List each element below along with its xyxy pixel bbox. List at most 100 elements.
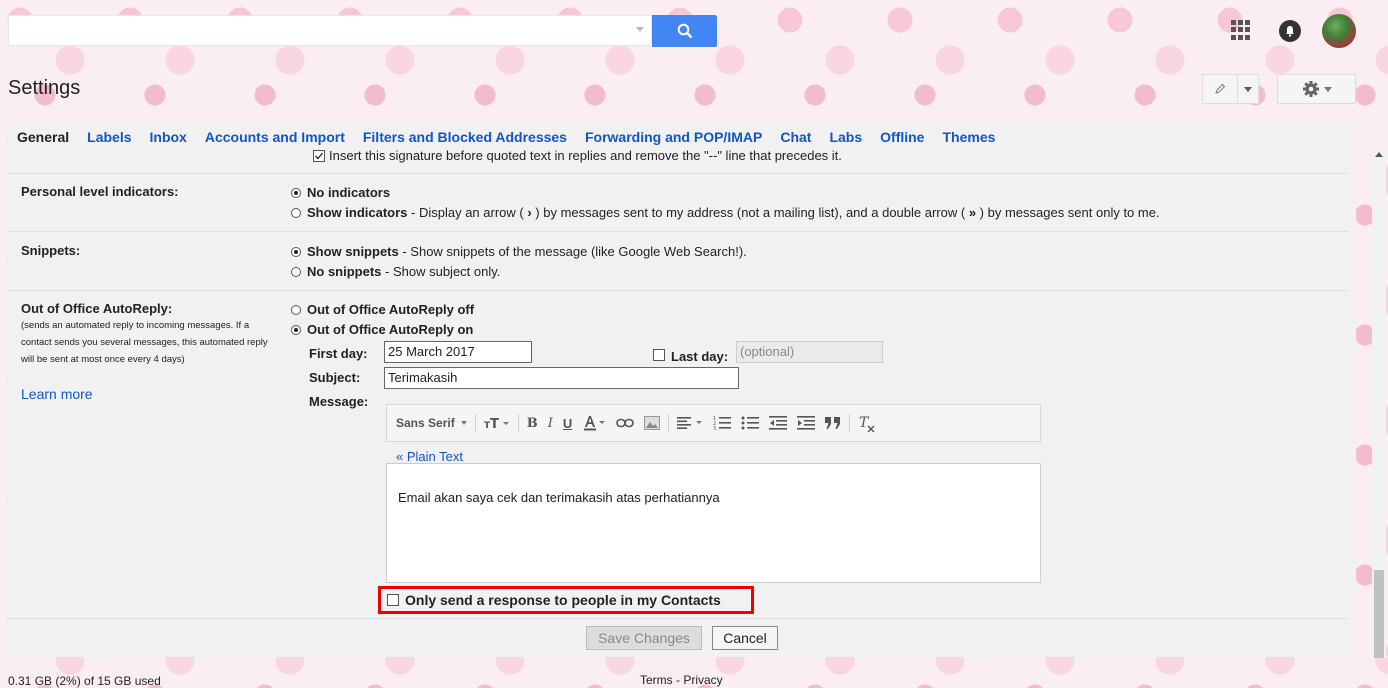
font-family-select[interactable]: Sans Serif: [396, 411, 467, 435]
indent-less-button[interactable]: [769, 411, 788, 435]
tab-labs[interactable]: Labs: [829, 129, 862, 149]
text-color-button[interactable]: [582, 411, 606, 435]
contacts-only-option[interactable]: Only send a response to people in my Con…: [378, 586, 754, 614]
last-day-option[interactable]: Last day:: [653, 345, 728, 364]
terms-privacy-link[interactable]: Terms - Privacy: [640, 673, 723, 687]
show-indicators-option[interactable]: Show indicators - Display an arrow ( › )…: [291, 205, 1160, 220]
remove-formatting-icon: T: [859, 415, 875, 432]
underline-icon: U: [562, 415, 573, 431]
first-day-input[interactable]: 25 March 2017: [384, 341, 532, 363]
no-snippets-option[interactable]: No snippets - Show subject only.: [291, 264, 500, 279]
snippets-label: Snippets:: [21, 243, 81, 258]
save-changes-button[interactable]: Save Changes: [586, 626, 702, 650]
signature-insert-option: Insert this signature before quoted text…: [313, 148, 842, 163]
contacts-only-checkbox[interactable]: [387, 594, 399, 606]
divider: [8, 173, 1348, 174]
subject-input[interactable]: Terimakasih: [384, 367, 739, 389]
tab-labels[interactable]: Labels: [87, 129, 131, 149]
ooo-off-radio[interactable]: [291, 304, 301, 315]
svg-text:3: 3: [713, 426, 716, 430]
ooo-on-label: Out of Office AutoReply on: [307, 322, 474, 337]
show-snippets-desc: - Show snippets of the message (like Goo…: [398, 244, 747, 259]
scroll-up-icon[interactable]: [1375, 152, 1383, 157]
link-button[interactable]: [616, 411, 635, 435]
underline-button[interactable]: U: [563, 411, 572, 435]
pencil-icon: [1215, 83, 1226, 94]
numbered-list-button[interactable]: 123: [713, 411, 732, 435]
remove-formatting-button[interactable]: T: [858, 411, 876, 435]
font-size-icon: TT: [484, 417, 509, 430]
bulleted-list-button[interactable]: [741, 411, 760, 435]
no-indicators-option[interactable]: No indicators: [291, 185, 390, 200]
last-day-input[interactable]: (optional): [736, 341, 883, 363]
italic-button[interactable]: I: [548, 411, 553, 435]
plain-text-link[interactable]: « Plain Text: [396, 449, 463, 464]
double-arrow-glyph: »: [968, 205, 977, 220]
tab-filters[interactable]: Filters and Blocked Addresses: [363, 129, 567, 149]
ooo-label: Out of Office AutoReply:: [21, 301, 173, 316]
quote-button[interactable]: [825, 411, 841, 435]
tab-accounts-and-import[interactable]: Accounts and Import: [205, 129, 345, 149]
italic-icon: I: [547, 415, 553, 431]
font-family-label: Sans Serif: [396, 416, 455, 430]
scrollbar-thumb[interactable]: [1374, 570, 1384, 658]
contacts-only-label: Only send a response to people in my Con…: [405, 592, 721, 608]
show-snippets-label: Show snippets: [307, 244, 399, 259]
tab-chat[interactable]: Chat: [780, 129, 811, 149]
tab-general[interactable]: General: [17, 129, 69, 149]
settings-gear-button[interactable]: [1277, 74, 1356, 104]
storage-usage: 0.31 GB (2%) of 15 GB used: [8, 674, 161, 688]
signature-insert-checkbox[interactable]: [313, 149, 325, 162]
message-editor[interactable]: Email akan saya cek dan terimakasih atas…: [386, 463, 1041, 583]
settings-tabs: General Labels Inbox Accounts and Import…: [8, 129, 1004, 149]
bulleted-list-icon: [741, 416, 760, 430]
show-indicators-desc-a: - Display an arrow (: [407, 205, 528, 220]
tab-offline[interactable]: Offline: [880, 129, 924, 149]
ooo-off-option[interactable]: Out of Office AutoReply off: [291, 302, 474, 317]
svg-text:T: T: [859, 415, 870, 431]
message-label: Message:: [309, 394, 369, 409]
apps-grid-icon[interactable]: [1231, 20, 1251, 40]
font-size-button[interactable]: TT: [484, 411, 510, 435]
no-snippets-label: No snippets: [307, 264, 382, 279]
tab-themes[interactable]: Themes: [942, 129, 995, 149]
compose-dropdown-button[interactable]: [1238, 74, 1259, 104]
ooo-on-radio[interactable]: [291, 324, 301, 335]
notifications-icon[interactable]: [1279, 20, 1301, 42]
last-day-checkbox[interactable]: [653, 348, 665, 361]
indent-less-icon: [769, 416, 788, 430]
last-day-label: Last day:: [671, 349, 729, 364]
align-button[interactable]: [677, 411, 703, 435]
show-snippets-option[interactable]: Show snippets - Show snippets of the mes…: [291, 244, 747, 259]
show-snippets-radio[interactable]: [291, 246, 301, 257]
search-icon: [677, 23, 692, 39]
first-day-label: First day:: [309, 346, 368, 361]
image-button[interactable]: [644, 411, 661, 435]
compose-button[interactable]: [1202, 74, 1238, 104]
no-snippets-desc: - Show subject only.: [381, 264, 501, 279]
text-color-icon: [584, 416, 606, 431]
ooo-on-option[interactable]: Out of Office AutoReply on: [291, 322, 473, 337]
toolbar-separator: [517, 414, 519, 432]
numbered-list-icon: 123: [713, 416, 732, 430]
bold-button[interactable]: B: [527, 411, 538, 435]
editor-toolbar: Sans Serif TT B I U 123 T: [386, 404, 1041, 442]
avatar[interactable]: [1322, 14, 1356, 48]
svg-text:T: T: [490, 417, 499, 430]
search-options-caret-icon[interactable]: [636, 27, 644, 32]
learn-more-link[interactable]: Learn more: [21, 386, 93, 402]
bold-icon: B: [526, 415, 538, 431]
indent-more-button[interactable]: [797, 411, 816, 435]
gear-icon: [1302, 81, 1319, 97]
search-input[interactable]: [8, 15, 652, 46]
show-indicators-label: Show indicators: [307, 205, 408, 220]
page-title: Settings: [8, 77, 81, 99]
show-indicators-radio[interactable]: [291, 207, 301, 218]
search-button[interactable]: [652, 15, 717, 47]
no-indicators-radio[interactable]: [291, 187, 301, 198]
no-snippets-radio[interactable]: [291, 266, 301, 277]
ooo-off-label: Out of Office AutoReply off: [307, 302, 475, 317]
tab-forwarding[interactable]: Forwarding and POP/IMAP: [585, 129, 762, 149]
tab-inbox[interactable]: Inbox: [150, 129, 187, 149]
cancel-button[interactable]: Cancel: [712, 626, 778, 650]
